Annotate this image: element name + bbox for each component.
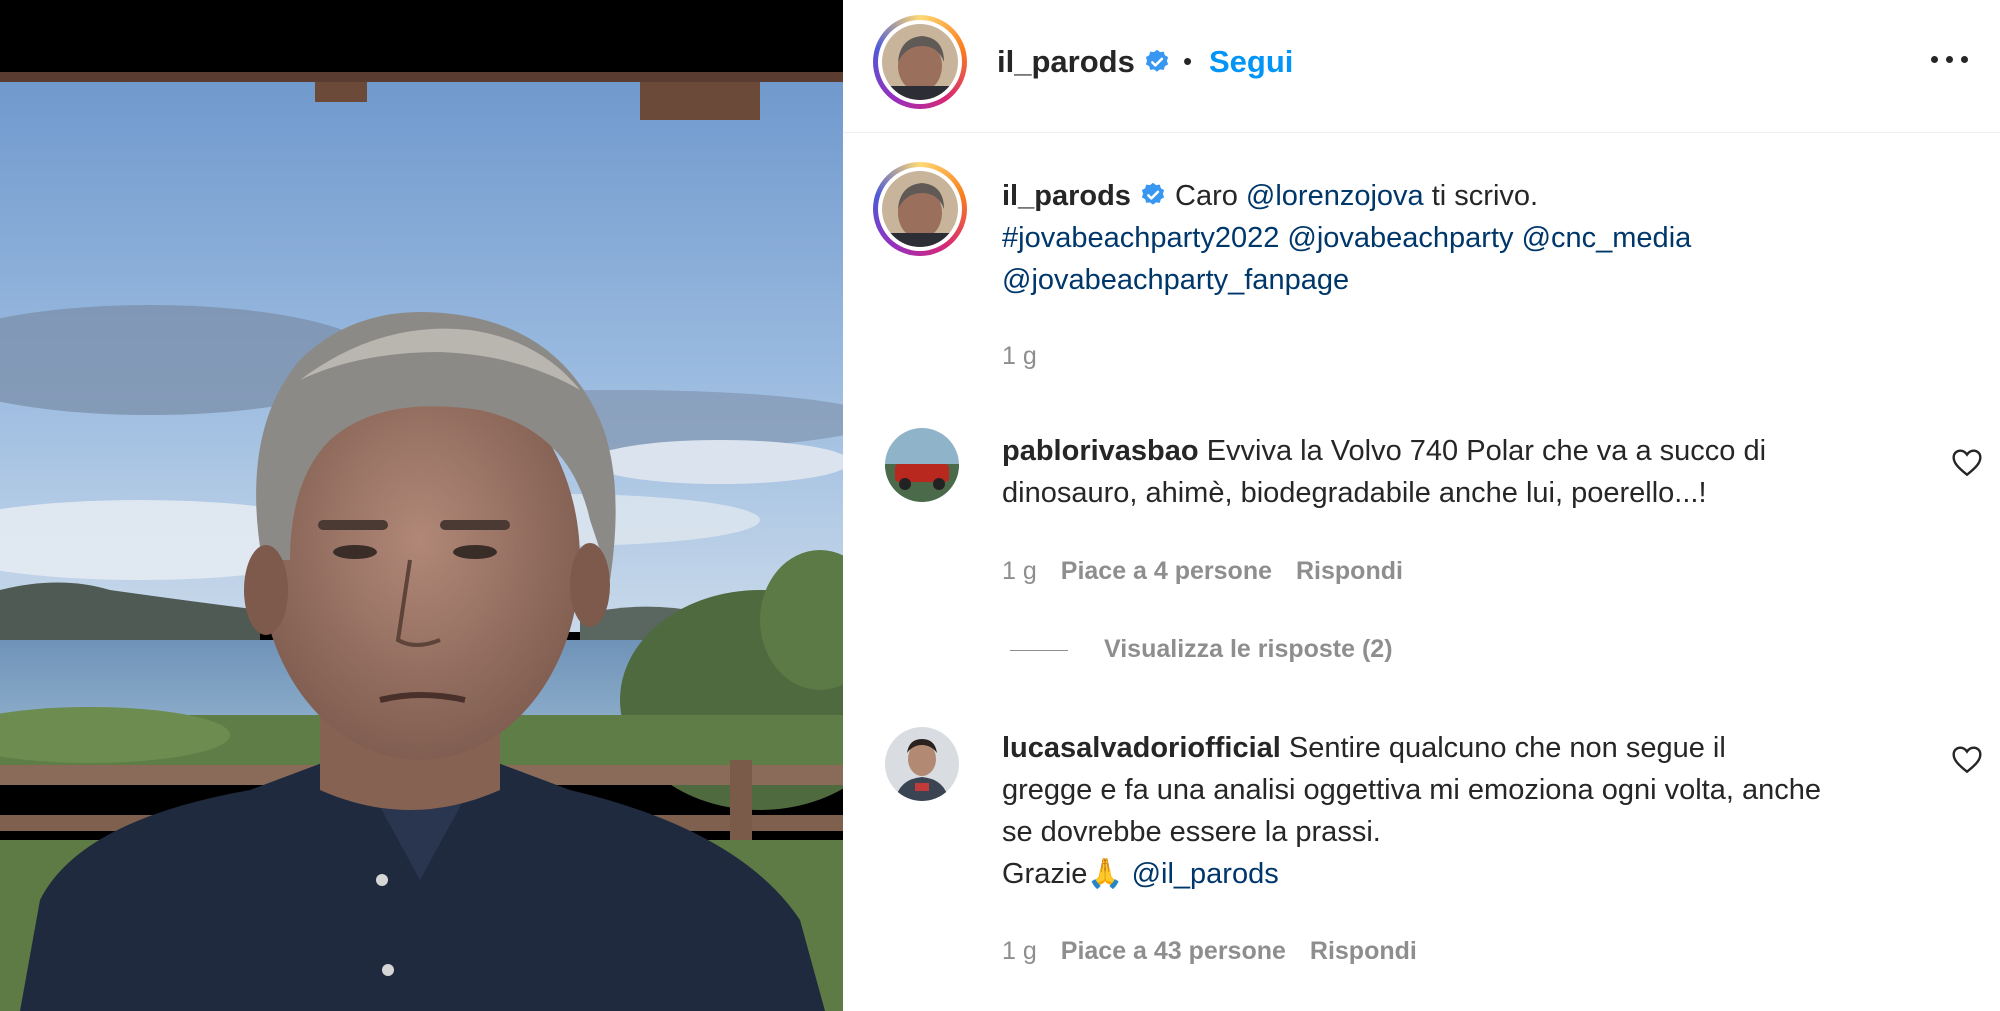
caption-avatar[interactable] bbox=[873, 162, 967, 256]
verified-badge-icon bbox=[1145, 49, 1168, 72]
video-frame-image bbox=[0, 0, 843, 1011]
comment-likes-count[interactable]: Piace a 4 persone bbox=[1061, 557, 1272, 585]
comment-username[interactable]: pablorivasbao bbox=[1002, 435, 1199, 467]
like-comment-heart-icon[interactable] bbox=[1951, 447, 1983, 477]
caption-mention-cnc-media[interactable]: @cnc_media bbox=[1522, 222, 1692, 254]
post-video[interactable] bbox=[0, 0, 843, 1011]
caption-text-mid: ti scrivo. bbox=[1423, 180, 1539, 212]
caption-verified-badge-icon bbox=[1141, 182, 1165, 205]
caption-mention-fanpage[interactable]: @jovabeachparty_fanpage bbox=[1002, 264, 1349, 296]
comment-timestamp[interactable]: 1 g bbox=[1002, 937, 1037, 965]
comment-timestamp[interactable]: 1 g bbox=[1002, 557, 1037, 585]
reply-button[interactable]: Rispondi bbox=[1296, 557, 1403, 585]
comment-meta: 1 g Piace a 43 persone Rispondi bbox=[1002, 937, 1417, 966]
caption-mention-jovabeachparty[interactable]: @jovabeachparty bbox=[1287, 222, 1513, 254]
caption-text-prefix: Caro bbox=[1175, 180, 1246, 212]
comment-mention-il-parods[interactable]: @il_parods bbox=[1132, 858, 1279, 890]
reply-button[interactable]: Rispondi bbox=[1310, 937, 1417, 965]
author-avatar-image bbox=[882, 24, 958, 100]
comment-likes-count[interactable]: Piace a 43 persone bbox=[1061, 937, 1286, 965]
header-separator: • bbox=[1183, 46, 1193, 76]
comment-thanks-text: Grazie🙏 bbox=[1002, 858, 1124, 890]
comment-meta: 1 g Piace a 4 persone Rispondi bbox=[1002, 557, 1403, 586]
caption-avatar-image bbox=[882, 171, 958, 247]
caption-username[interactable]: il_parods bbox=[1002, 180, 1131, 212]
caption-timestamp[interactable]: 1 g bbox=[1002, 342, 1037, 371]
comment-username[interactable]: lucasalvadoriofficial bbox=[1002, 732, 1281, 764]
caption-hashtag[interactable]: #jovabeachparty2022 bbox=[1002, 222, 1279, 254]
caption-mention-lorenzojova[interactable]: @lorenzojova bbox=[1246, 180, 1424, 212]
comment-avatar-pablorivasbao[interactable] bbox=[885, 428, 959, 502]
author-avatar[interactable] bbox=[873, 15, 967, 109]
replies-divider bbox=[1010, 649, 1068, 651]
comment-avatar-image bbox=[885, 428, 959, 502]
comment-avatar-lucasalvadoriofficial[interactable] bbox=[885, 727, 959, 801]
post-panel: il_parods • Segui il_parods Caro @lorenz… bbox=[843, 0, 2000, 1011]
like-comment-heart-icon[interactable] bbox=[1951, 744, 1983, 774]
comment-avatar-image bbox=[885, 727, 959, 801]
follow-button[interactable]: Segui bbox=[1209, 44, 1293, 80]
post-author-username[interactable]: il_parods bbox=[997, 44, 1171, 80]
comment-body: pablorivasbao Evviva la Volvo 740 Polar … bbox=[1002, 430, 1822, 514]
post-header: il_parods • Segui bbox=[843, 0, 2000, 133]
view-replies-label: Visualizza le risposte (2) bbox=[1104, 635, 1393, 663]
view-replies-button[interactable]: Visualizza le risposte (2) bbox=[1010, 635, 1393, 664]
post-caption: il_parods Caro @lorenzojova ti scrivo. #… bbox=[1002, 175, 1822, 301]
author-username-text[interactable]: il_parods bbox=[997, 44, 1135, 79]
comment-body: lucasalvadoriofficial Sentire qualcuno c… bbox=[1002, 727, 1822, 895]
more-options-icon[interactable] bbox=[1928, 44, 1972, 74]
